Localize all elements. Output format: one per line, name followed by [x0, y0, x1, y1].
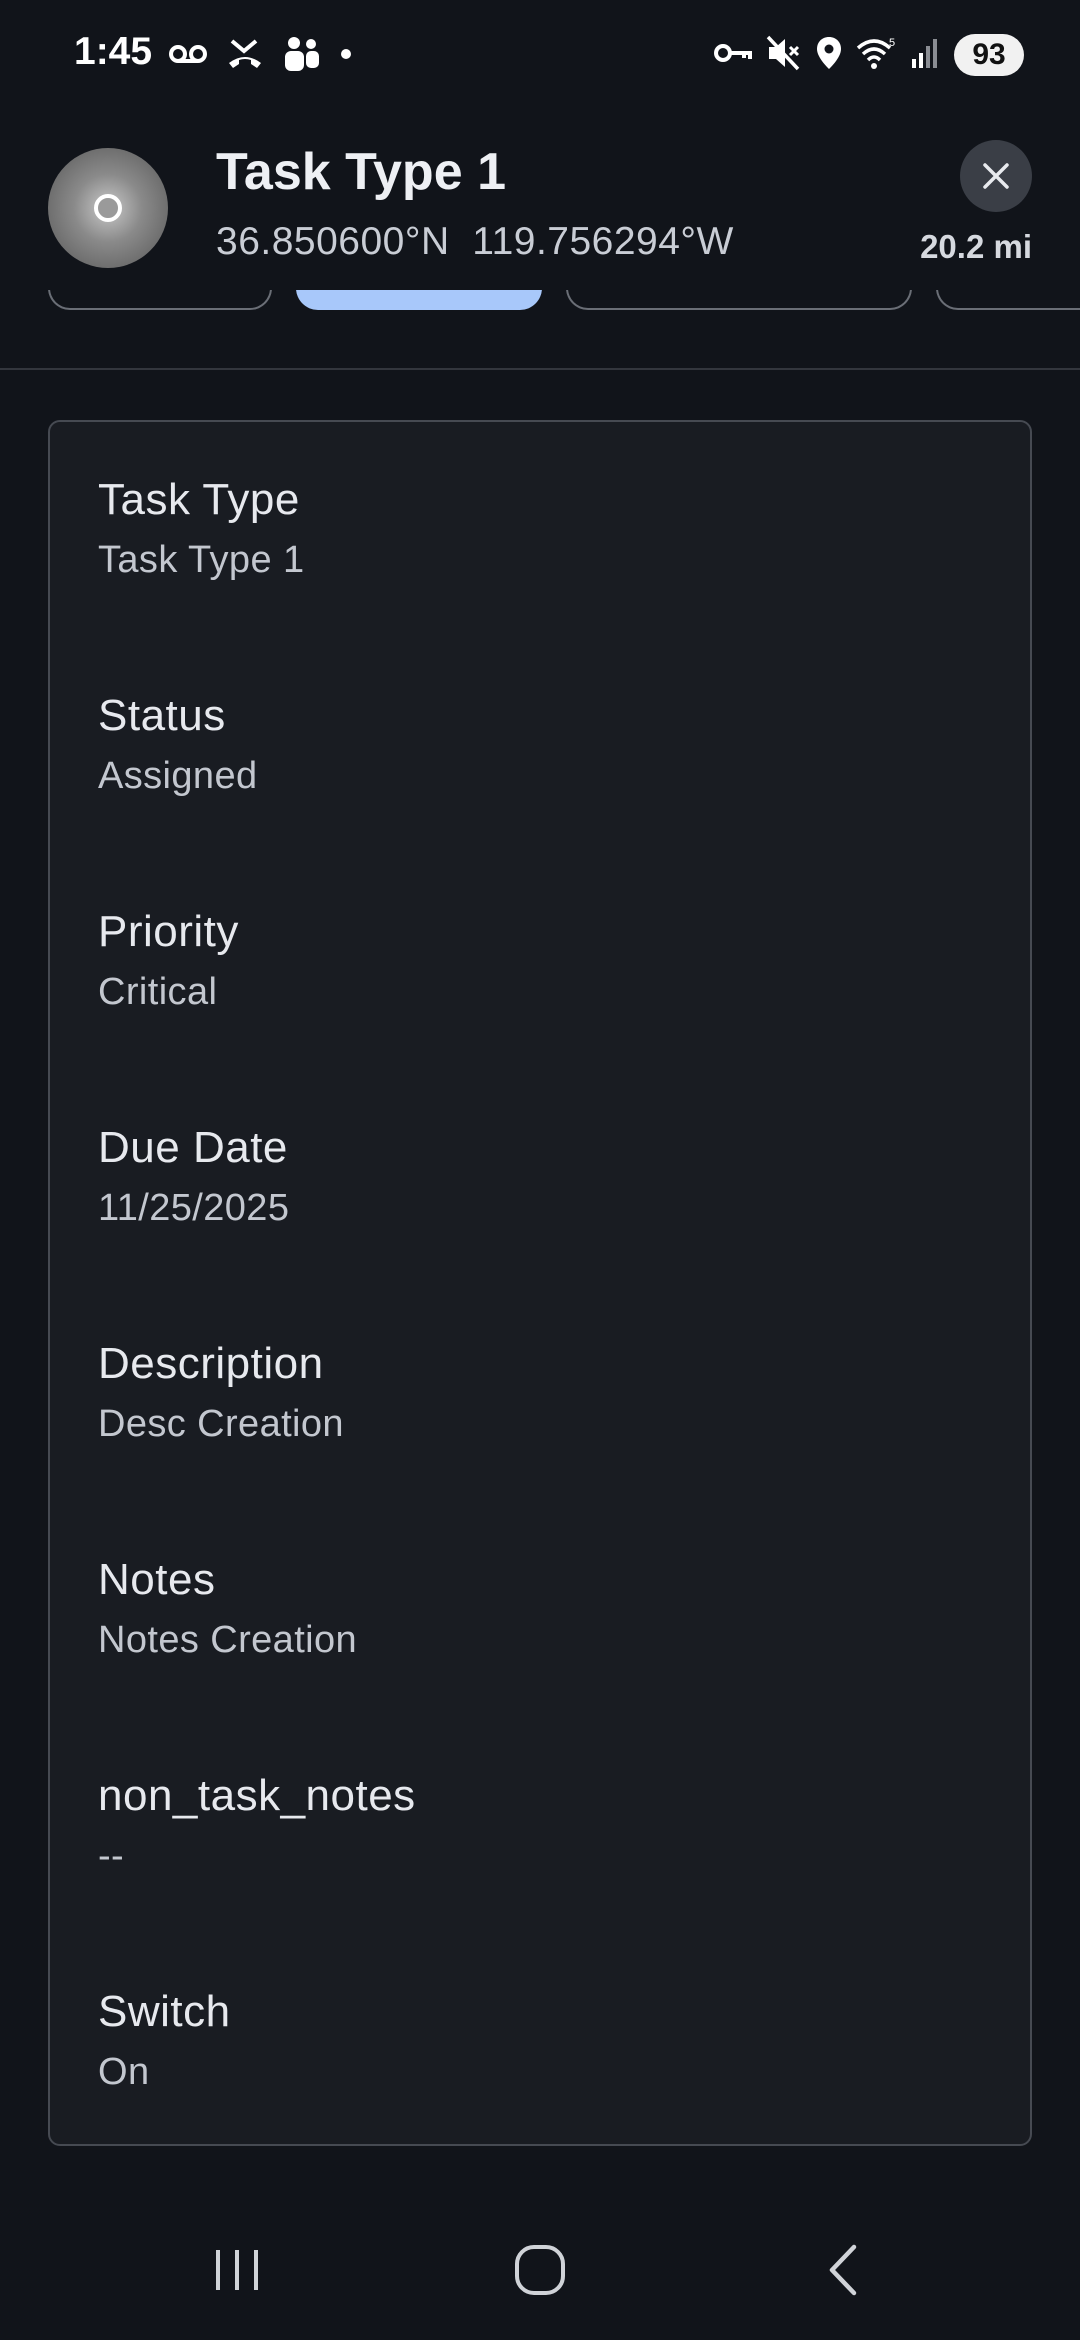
task-marker-icon	[94, 194, 122, 222]
field-value: On	[98, 2051, 150, 2093]
coordinates-text: 36.850600°N 119.756294°W	[216, 220, 734, 263]
page-title: Task Type 1	[216, 143, 506, 201]
teams-icon	[282, 36, 322, 77]
field-value: --	[98, 1835, 125, 1877]
status-left-icons	[168, 34, 352, 78]
recents-icon	[216, 2250, 258, 2290]
field-notes: Notes Notes Creation	[98, 1552, 357, 1666]
voicemail-icon	[168, 43, 208, 70]
location-icon	[816, 36, 842, 75]
field-label: Due Date	[98, 1123, 288, 1172]
field-label: Notes	[98, 1555, 216, 1604]
missed-call-icon	[226, 37, 264, 76]
field-non-task-notes: non_task_notes --	[98, 1768, 416, 1882]
back-button[interactable]	[783, 2220, 903, 2320]
field-value: Task Type 1	[98, 539, 305, 581]
close-button[interactable]	[960, 140, 1032, 212]
signal-icon	[910, 37, 940, 74]
svg-text:5: 5	[889, 37, 895, 49]
task-header: Task Type 1 36.850600°N 119.756294°W 20.…	[0, 110, 1080, 370]
field-label: non_task_notes	[98, 1771, 416, 1820]
home-icon	[515, 2245, 565, 2295]
field-due-date: Due Date 11/25/2025	[98, 1120, 289, 1234]
tab-3[interactable]	[566, 290, 912, 310]
status-time: 1:45	[74, 30, 153, 73]
field-label: Description	[98, 1339, 324, 1388]
battery-indicator: 93	[954, 34, 1024, 76]
mute-icon	[766, 35, 802, 76]
field-priority: Priority Critical	[98, 904, 239, 1018]
field-label: Task Type	[98, 475, 300, 524]
status-bar: 1:45 5 93	[0, 0, 1080, 110]
field-task-type: Task Type Task Type 1	[98, 472, 304, 586]
details-card: Task Type Task Type 1 Status Assigned Pr…	[48, 420, 1032, 2146]
task-avatar	[48, 148, 168, 268]
field-label: Status	[98, 691, 226, 740]
home-button[interactable]	[480, 2220, 600, 2320]
distance-text: 20.2 mi	[920, 228, 1032, 265]
recents-button[interactable]	[177, 2220, 297, 2320]
field-label: Switch	[98, 1987, 231, 2036]
status-right-icons: 5 93	[714, 30, 1024, 80]
field-label: Priority	[98, 907, 239, 956]
field-switch: Switch On	[98, 1984, 231, 2098]
field-value: Assigned	[98, 755, 258, 797]
header-divider	[0, 368, 1080, 370]
tab-1[interactable]	[48, 290, 272, 310]
tab-2-active[interactable]	[296, 290, 542, 310]
vpn-key-icon	[714, 42, 752, 69]
tab-4[interactable]	[936, 290, 1080, 310]
close-icon	[983, 163, 1009, 189]
back-icon	[829, 2244, 857, 2296]
field-value: Notes Creation	[98, 1619, 358, 1661]
field-value: Critical	[98, 971, 218, 1013]
field-description: Description Desc Creation	[98, 1336, 344, 1450]
field-status: Status Assigned	[98, 688, 258, 802]
field-value: Desc Creation	[98, 1403, 344, 1445]
dot-icon	[340, 47, 352, 65]
tab-bar	[0, 290, 1080, 320]
system-nav-bar	[0, 2190, 1080, 2340]
field-value: 11/25/2025	[98, 1187, 290, 1229]
wifi-icon: 5	[856, 36, 896, 75]
